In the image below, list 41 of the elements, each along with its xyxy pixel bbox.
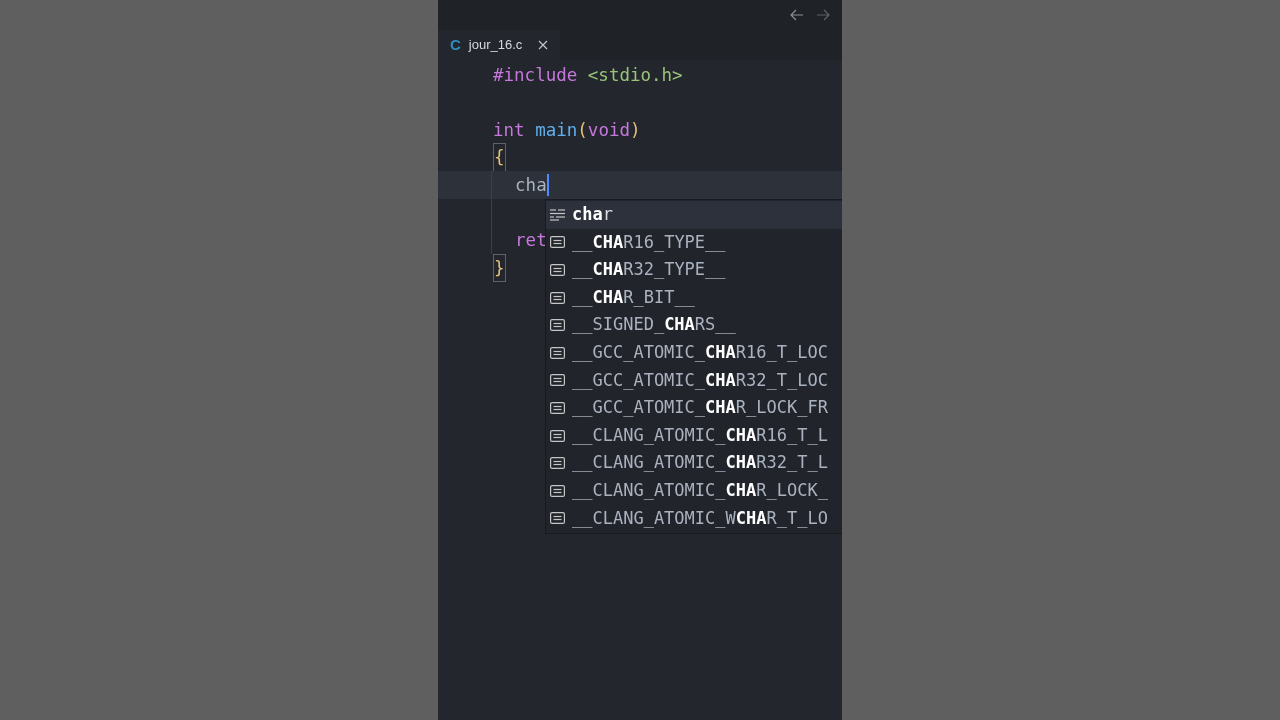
code-token: } <box>493 253 506 283</box>
suggestion-item[interactable]: __GCC_ATOMIC_CHAR16_T_LOC <box>546 338 842 367</box>
code-token: ret <box>514 229 547 253</box>
back-arrow-icon[interactable] <box>790 9 804 21</box>
suggestion-item[interactable]: __GCC_ATOMIC_CHAR_LOCK_FR <box>546 394 842 422</box>
code-token: main <box>534 118 578 142</box>
code-token: cha <box>514 174 547 198</box>
suggestion-item[interactable]: __CLANG_ATOMIC_WCHAR_T_LO <box>546 504 842 533</box>
code-token: void <box>587 118 630 142</box>
suggestion-item[interactable]: __CLANG_ATOMIC_CHAR32_T_L <box>546 449 842 477</box>
suggestion-item[interactable]: __CHAR16_TYPE__ <box>546 228 842 257</box>
constant-icon <box>550 319 565 332</box>
keyword-icon <box>550 208 565 221</box>
suggestion-item[interactable]: __CHAR32_TYPE__ <box>546 256 842 284</box>
suggestion-item[interactable]: __CLANG_ATOMIC_CHAR16_T_L <box>546 421 842 450</box>
suggestion-item[interactable]: __CHAR_BIT__ <box>546 283 842 312</box>
constant-icon <box>550 512 565 525</box>
constant-icon <box>550 484 565 497</box>
code-token: #include <box>493 63 578 87</box>
constant-icon <box>550 236 565 249</box>
tab-label: jour_16.c <box>468 36 523 55</box>
constant-icon <box>550 429 565 442</box>
constant-icon <box>550 346 565 359</box>
code-token: ( <box>577 118 588 142</box>
suggestion-item[interactable]: char <box>546 201 842 229</box>
constant-icon <box>550 457 565 470</box>
close-icon[interactable] <box>538 40 549 50</box>
constant-icon <box>550 264 565 276</box>
constant-icon <box>550 291 565 304</box>
file-tab[interactable]: C jour_16.c <box>438 30 561 60</box>
code-token: ) <box>630 118 641 142</box>
suggestion-item[interactable]: __CLANG_ATOMIC_CHAR_LOCK_ <box>546 476 842 505</box>
constant-icon <box>550 401 565 414</box>
code-token: int <box>493 118 525 142</box>
forward-arrow-icon[interactable] <box>816 9 830 21</box>
code-token: <stdio.h> <box>586 63 683 87</box>
constant-icon <box>550 374 565 387</box>
suggestion-item[interactable]: __SIGNED_CHARS__ <box>546 311 842 339</box>
c-language-icon: C <box>450 33 461 57</box>
text-cursor <box>546 174 549 197</box>
suggestion-item[interactable]: __GCC_ATOMIC_CHAR32_T_LOC <box>546 366 842 395</box>
